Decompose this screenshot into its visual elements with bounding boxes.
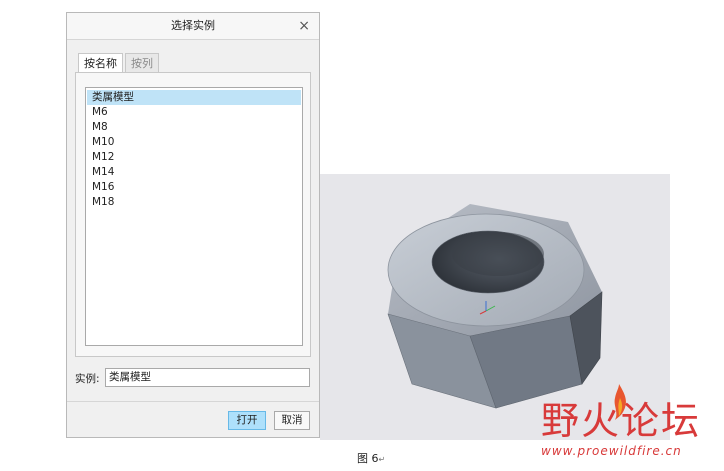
tab-by-name[interactable]: 按名称	[78, 53, 123, 74]
list-item[interactable]: M8	[87, 120, 301, 135]
dialog-title: 选择实例	[171, 19, 215, 32]
tab-panel: 类属模型 M6 M8 M10 M12 M14 M16 M18	[75, 72, 311, 357]
list-item[interactable]: M16	[87, 180, 301, 195]
open-button[interactable]: 打开	[228, 411, 266, 430]
tab-bar: 按名称 按列	[78, 53, 161, 74]
close-icon[interactable]: ×	[298, 13, 310, 39]
cancel-button[interactable]: 取消	[274, 411, 310, 430]
list-item[interactable]: M14	[87, 165, 301, 180]
nut-bore-shadow	[452, 232, 544, 276]
select-instance-dialog: 选择实例 × 按名称 按列 类属模型 M6 M8 M10 M12 M14 M16 …	[66, 12, 320, 438]
instance-label: 实例:	[75, 373, 100, 385]
list-item[interactable]: M10	[87, 135, 301, 150]
flame-icon	[614, 384, 626, 420]
caption-text: 图 6	[357, 452, 379, 465]
logo-url: www.proewildfire.cn	[541, 444, 682, 458]
dialog-footer: 打开 取消	[67, 401, 319, 438]
list-item[interactable]: M18	[87, 195, 301, 210]
figure-caption: 图 6↵	[357, 450, 385, 466]
list-item[interactable]: M6	[87, 105, 301, 120]
return-mark: ↵	[378, 455, 386, 464]
tab-by-column[interactable]: 按列	[125, 53, 159, 73]
instance-input[interactable]: 类属模型	[105, 368, 310, 387]
instance-list[interactable]: 类属模型 M6 M8 M10 M12 M14 M16 M18	[85, 87, 303, 346]
list-item[interactable]: M12	[87, 150, 301, 165]
watermark-logo: 野火论坛 www.proewildfire.cn	[535, 384, 715, 465]
dialog-titlebar: 选择实例 ×	[67, 13, 319, 40]
instance-row: 实例: 类属模型	[75, 368, 311, 388]
list-item[interactable]: 类属模型	[87, 90, 301, 105]
